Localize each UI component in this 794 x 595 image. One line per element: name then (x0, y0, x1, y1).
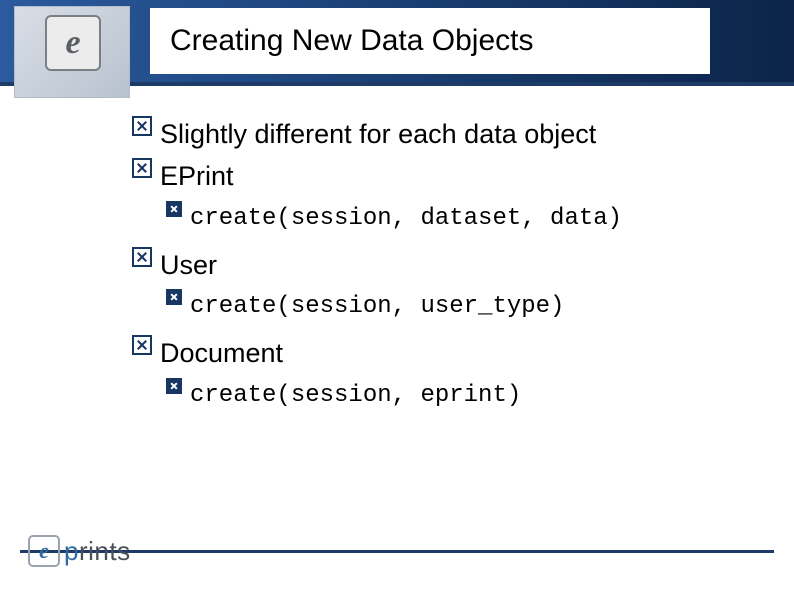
slide-title: Creating New Data Objects (170, 24, 534, 58)
logo-rest: rints (79, 536, 131, 566)
code-text: create(session, eprint) (190, 378, 754, 414)
checkbox-filled-icon (166, 289, 182, 305)
header: e Creating New Data Objects (0, 0, 794, 92)
bullet-eprint-code: create(session, dataset, data) (132, 201, 754, 237)
app-icon: e (45, 15, 101, 71)
content: Slightly different for each data object … (132, 110, 754, 414)
slide: e Creating New Data Objects Slightly dif… (0, 0, 794, 595)
footer: e prints (0, 550, 794, 561)
title-box: Creating New Data Objects (150, 8, 710, 74)
bullet-text: Slightly different for each data object (160, 116, 754, 152)
logo-p: p (64, 536, 79, 566)
bullet-user: User (132, 247, 754, 283)
bullet-document-code: create(session, eprint) (132, 378, 754, 414)
checkbox-filled-icon (166, 378, 182, 394)
code-text: create(session, user_type) (190, 289, 754, 325)
eprints-logo-icon: e (28, 535, 60, 567)
code-text: create(session, dataset, data) (190, 201, 754, 237)
checkbox-icon (132, 335, 152, 355)
checkbox-icon (132, 116, 152, 136)
checkbox-filled-icon (166, 201, 182, 217)
bullet-eprint: EPrint (132, 158, 754, 194)
logo-glyph: e (39, 540, 49, 562)
bullet-document: Document (132, 335, 754, 371)
footer-divider (20, 550, 774, 553)
bullet-user-code: create(session, user_type) (132, 289, 754, 325)
eprints-logo: e prints (28, 535, 131, 567)
eprints-logo-text: prints (64, 536, 131, 567)
bullet-text: User (160, 247, 754, 283)
bullet-text: EPrint (160, 158, 754, 194)
checkbox-icon (132, 247, 152, 267)
bullet-text: Document (160, 335, 754, 371)
header-icon-tile: e (14, 6, 130, 98)
bullet-intro: Slightly different for each data object (132, 116, 754, 152)
checkbox-icon (132, 158, 152, 178)
app-icon-glyph: e (65, 26, 80, 60)
